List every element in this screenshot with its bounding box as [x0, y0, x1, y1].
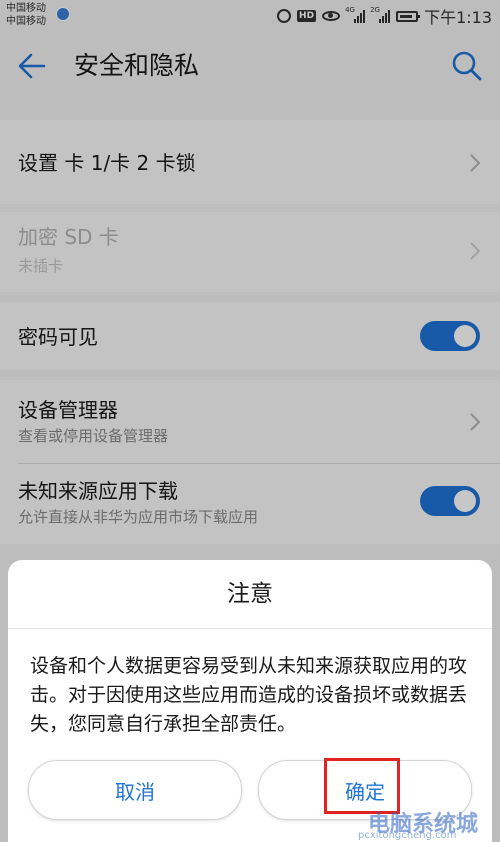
warning-dialog: 注意 设备和个人数据更容易受到从未知来源获取应用的攻击。对于因使用这些应用而造成… — [8, 560, 492, 842]
dialog-title: 注意 — [227, 581, 273, 607]
watermark-url: pcxitongcheng.com — [358, 830, 457, 841]
dialog-divider — [8, 628, 492, 629]
cancel-button[interactable]: 取消 — [28, 760, 242, 820]
dialog-message: 设备和个人数据更容易受到从未知来源获取应用的攻击。对于因使用这些应用而造成的设备… — [30, 655, 468, 735]
